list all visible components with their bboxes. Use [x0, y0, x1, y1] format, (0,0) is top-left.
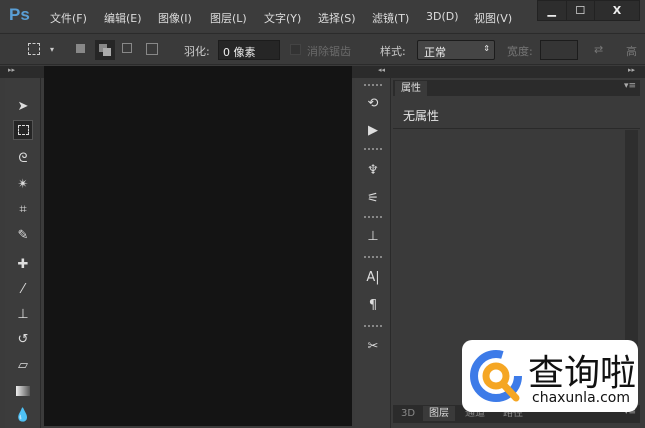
- antialias-label: 消除锯齿: [307, 45, 351, 58]
- grip-handle[interactable]: [364, 84, 382, 86]
- eyedropper-icon[interactable]: ✎: [13, 225, 33, 245]
- crop-tool-icon[interactable]: ⌗: [13, 199, 33, 219]
- watermark-text: 查询啦: [528, 353, 637, 394]
- dropdown-icon[interactable]: ▾: [50, 45, 54, 54]
- paragraph-icon[interactable]: ¶: [363, 295, 383, 315]
- window-controls: ▁ ☐ X: [537, 0, 640, 21]
- blur-tool-icon[interactable]: 💧: [13, 405, 33, 425]
- menu-3d[interactable]: 3D(D): [426, 10, 459, 23]
- menu-type[interactable]: 文字(Y): [264, 10, 301, 26]
- watermark-url: chaxunla.com: [532, 390, 630, 406]
- height-label: 高: [626, 45, 637, 58]
- width-input[interactable]: [540, 40, 578, 60]
- gradient-tool-icon[interactable]: [13, 381, 33, 401]
- style-select[interactable]: 正常 ⇕: [417, 40, 495, 60]
- grip-handle[interactable]: [364, 256, 382, 258]
- panel-tab-bar: 属性 ▾≡: [393, 80, 640, 96]
- expand-icon[interactable]: ▸▸: [8, 66, 15, 74]
- marquee-icon[interactable]: [28, 43, 40, 55]
- magic-wand-icon[interactable]: ✴: [13, 174, 33, 194]
- options-bar: ▾ 羽化: 0 像素 消除锯齿 样式: 正常 ⇕ 宽度: ⇄ 高: [0, 33, 645, 65]
- feather-label: 羽化:: [184, 45, 210, 58]
- tab-layers[interactable]: 图层: [423, 406, 455, 421]
- move-tool-icon[interactable]: ➤: [13, 96, 33, 116]
- healing-brush-icon[interactable]: ✚: [13, 254, 33, 274]
- stamp-tool-icon[interactable]: ⊥: [13, 304, 33, 324]
- swap-icon[interactable]: ⇄: [594, 43, 603, 56]
- menu-image[interactable]: 图像(I): [158, 10, 192, 26]
- character-icon[interactable]: A|: [363, 267, 383, 287]
- clone-source-icon[interactable]: ⊥: [363, 226, 383, 246]
- menu-view[interactable]: 视图(V): [474, 10, 512, 26]
- app-logo: Ps: [9, 5, 30, 24]
- tab-properties[interactable]: 属性: [395, 81, 427, 96]
- grip-handle[interactable]: [364, 148, 382, 150]
- brush-tool-icon[interactable]: ⁄: [13, 279, 33, 299]
- menu-layer[interactable]: 图层(L): [210, 10, 247, 26]
- menu-edit[interactable]: 编辑(E): [104, 10, 142, 26]
- minimize-button[interactable]: ▁: [538, 1, 567, 20]
- menu-select[interactable]: 选择(S): [318, 10, 356, 26]
- maximize-button[interactable]: ☐: [567, 1, 595, 20]
- tool-presets-icon[interactable]: ✂: [363, 336, 383, 356]
- grip-handle[interactable]: [364, 216, 382, 218]
- feather-input[interactable]: 0 像素: [218, 40, 280, 60]
- collapse-icon[interactable]: ◂◂: [378, 66, 385, 74]
- intersect-selection-icon[interactable]: [146, 43, 158, 55]
- brush-presets-icon[interactable]: ♆: [363, 160, 383, 180]
- eraser-tool-icon[interactable]: ▱: [13, 355, 33, 375]
- style-label: 样式:: [380, 45, 406, 58]
- panel-icon-dock: ⟲ ▶ ♆ ⚟ ⊥ A| ¶ ✂: [355, 78, 391, 428]
- title-bar: Ps 文件(F) 编辑(E) 图像(I) 图层(L) 文字(Y) 选择(S) 滤…: [0, 0, 645, 32]
- menu-filter[interactable]: 滤镜(T): [372, 10, 409, 26]
- grip-handle[interactable]: [364, 325, 382, 327]
- no-properties-text: 无属性: [403, 109, 440, 123]
- brush-settings-icon[interactable]: ⚟: [363, 188, 383, 208]
- divider: [393, 128, 640, 129]
- width-label: 宽度:: [507, 45, 533, 58]
- canvas-area[interactable]: [44, 66, 352, 426]
- subtract-selection-icon[interactable]: [122, 43, 132, 53]
- close-button[interactable]: X: [595, 1, 639, 20]
- history-icon[interactable]: ⟲: [363, 93, 383, 113]
- actions-play-icon[interactable]: ▶: [363, 120, 383, 140]
- antialias-checkbox[interactable]: [290, 44, 301, 55]
- expand-right-icon[interactable]: ▸▸: [628, 66, 635, 74]
- new-selection-icon[interactable]: [76, 44, 85, 53]
- watermark-logo: 查询啦 chaxunla.com: [462, 340, 638, 412]
- marquee-tool-icon[interactable]: [13, 120, 33, 140]
- lasso-tool-icon[interactable]: ᘓ: [13, 148, 33, 168]
- tools-panel: ➤ ᘓ ✴ ⌗ ✎ ✚ ⁄ ⊥ ↺ ▱ 💧: [5, 78, 41, 428]
- history-brush-icon[interactable]: ↺: [13, 329, 33, 349]
- add-selection-icon[interactable]: [95, 40, 115, 60]
- style-value: 正常: [424, 46, 446, 59]
- watermark-icon: [470, 350, 522, 402]
- menu-file[interactable]: 文件(F): [50, 10, 87, 26]
- panel-menu-icon[interactable]: ▾≡: [624, 81, 636, 91]
- tab-3d[interactable]: 3D: [395, 406, 421, 421]
